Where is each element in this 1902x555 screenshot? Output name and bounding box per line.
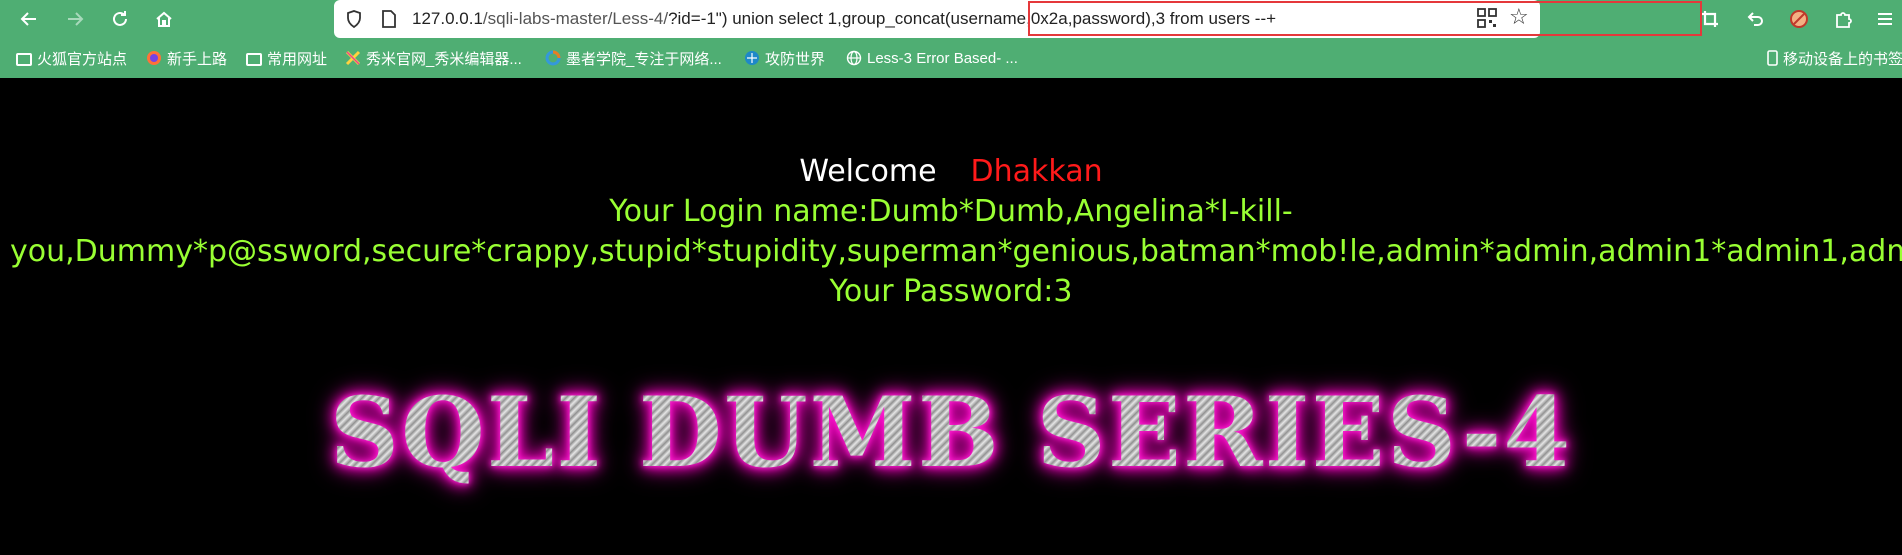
bookmark-label: Less-3 Error Based- ... [867, 49, 1018, 67]
bookmark-label: 火狐官方站点 [37, 50, 128, 68]
bookmark-item[interactable]: 秀米官网_秀米编辑器... [345, 38, 522, 78]
page-info-icon[interactable] [380, 9, 398, 29]
shield-icon[interactable] [344, 9, 364, 29]
extension-badge-icon [1790, 10, 1808, 28]
mobile-device-icon [1767, 50, 1778, 66]
folder-icon [246, 52, 262, 66]
reload-button[interactable] [107, 6, 133, 32]
firefox-icon [147, 51, 161, 65]
bookmark-item[interactable]: Less-3 Error Based- ... [846, 38, 1018, 78]
dhakkan-text: Dhakkan [970, 154, 1103, 189]
crop-button[interactable] [1697, 6, 1723, 32]
bookmark-item[interactable]: 新手上路 [146, 38, 227, 78]
puzzle-icon [1836, 12, 1852, 28]
bookmark-label: 新手上路 [167, 50, 228, 68]
mozhe-icon [545, 50, 561, 66]
menu-button[interactable] [1872, 6, 1898, 32]
bookmark-label: 墨者学院_专注于网络... [566, 50, 722, 68]
bookmark-label: 攻防世界 [765, 50, 826, 68]
globe-icon [846, 50, 862, 66]
login-name-line-2: you,Dummy*p@ssword,secure*crappy,stupid*… [10, 234, 1902, 269]
undo-button[interactable] [1742, 6, 1768, 32]
adworld-icon [745, 51, 759, 65]
hamburger-icon [1878, 13, 1892, 25]
star-icon[interactable]: ☆ [1509, 7, 1529, 29]
arrow-right-icon [68, 12, 84, 26]
url-bar[interactable]: 127.0.0.1/sqli-labs-master/Less-4/?id=-1… [334, 0, 1702, 38]
welcome-line: Welcome Dhakkan [0, 152, 1902, 192]
welcome-text: Welcome [799, 154, 937, 189]
mobile-bookmarks-label: 移动设备上的书签 [1783, 50, 1902, 68]
browser-toolbar: 127.0.0.1/sqli-labs-master/Less-4/?id=-1… [0, 0, 1902, 38]
password-line: Your Password:3 [829, 274, 1073, 309]
crop-icon [1702, 11, 1718, 27]
bookmarks-bar: 火狐官方站点 新手上路 常用网址 秀米官网_秀米编辑器... 墨者学院_专注于网… [0, 38, 1902, 78]
bookmark-item[interactable]: 墨者学院_专注于网络... [545, 38, 722, 78]
extension-button[interactable] [1786, 6, 1812, 32]
qr-code-icon[interactable] [1477, 8, 1497, 28]
extensions-button[interactable] [1830, 6, 1856, 32]
bookmark-label: 常用网址 [267, 50, 328, 68]
home-icon [156, 11, 172, 27]
url-host: 127.0.0.1 [412, 9, 483, 28]
bookmark-item[interactable]: 火狐官方站点 [16, 38, 127, 78]
url-path: /sqli-labs-master/Less-4/ [482, 9, 669, 28]
login-name-line-1: Your Login name:Dumb*Dumb,Angelina*I-kil… [609, 194, 1293, 229]
folder-icon [16, 52, 32, 66]
series-banner: SQLI DUMB SERIES-4 [0, 378, 1902, 488]
highlight-box [1028, 1, 1702, 36]
bookmark-item[interactable]: 常用网址 [246, 38, 327, 78]
mobile-bookmarks[interactable]: 移动设备上的书签 [1767, 38, 1902, 78]
page-content: Welcome Dhakkan Your Login name:Dumb*Dumb… [0, 78, 1902, 555]
bookmark-label: 秀米官网_秀米编辑器... [366, 50, 522, 68]
bookmark-item[interactable]: 攻防世界 [744, 38, 825, 78]
home-button[interactable] [151, 6, 177, 32]
undo-icon [1747, 12, 1763, 26]
forward-button[interactable] [62, 6, 88, 32]
reload-icon [113, 11, 127, 26]
back-button[interactable] [16, 6, 42, 32]
arrow-left-icon [20, 12, 36, 26]
xiumi-icon [345, 50, 361, 66]
